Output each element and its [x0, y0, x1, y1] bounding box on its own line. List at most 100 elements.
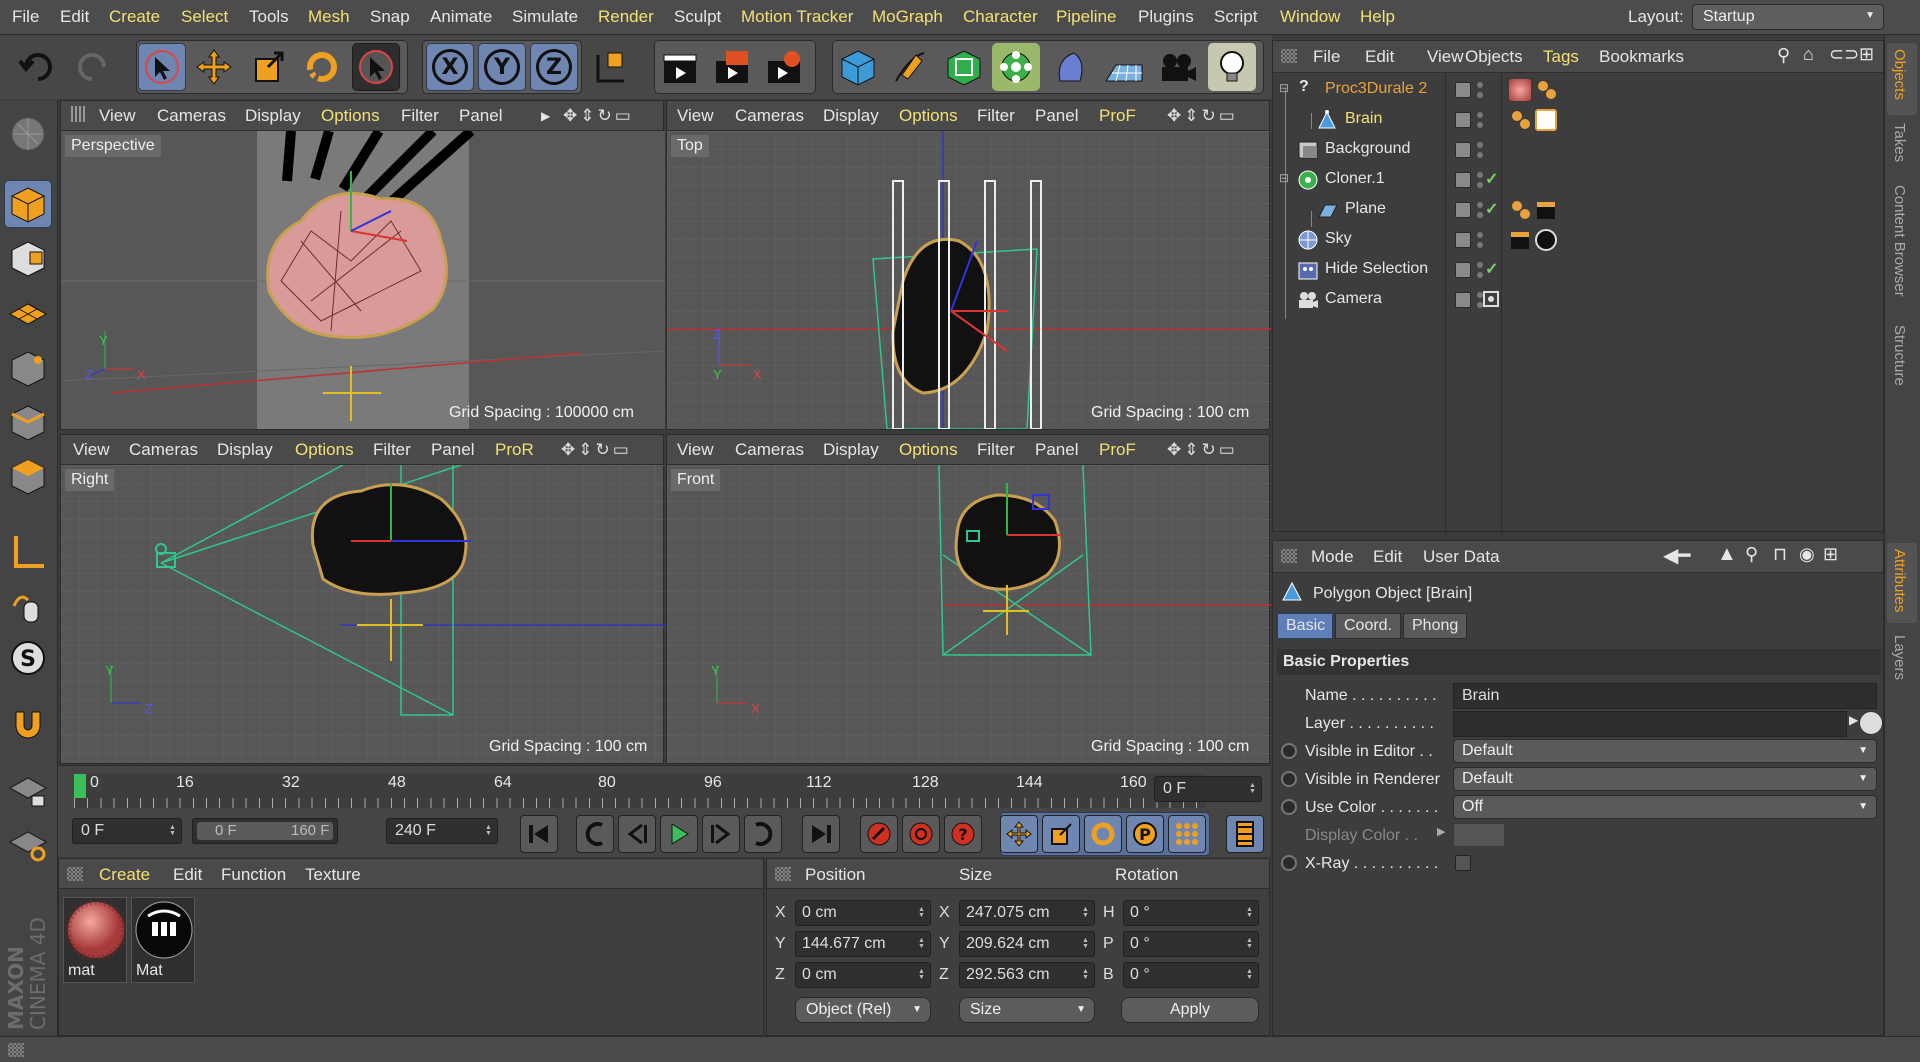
vp-menu-options[interactable]: Options — [899, 440, 958, 460]
menu-script[interactable]: Script — [1214, 7, 1257, 27]
menu-character[interactable]: Character — [963, 7, 1038, 27]
planar-workplane-button[interactable] — [4, 820, 52, 868]
frame-range-slider[interactable]: 0 F 160 F — [192, 818, 338, 844]
side-tab-takes[interactable]: Takes — [1891, 123, 1908, 162]
object-row-proc3durale[interactable]: ⊟ ? Proc3Durale 2 — [1273, 75, 1885, 105]
vp-menu-prof[interactable]: ProF — [1099, 440, 1136, 460]
mat-menu-texture[interactable]: Texture — [305, 865, 361, 885]
back-arrow-icon[interactable]: ◀━ — [1663, 543, 1690, 568]
menu-file[interactable]: File — [12, 7, 39, 27]
move-tool-button[interactable] — [190, 43, 238, 91]
attr-menu-edit[interactable]: Edit — [1373, 547, 1402, 567]
position-x-field[interactable]: 0 cm — [795, 900, 931, 926]
menu-simulate[interactable]: Simulate — [512, 7, 578, 27]
key-rotation-button[interactable] — [1084, 815, 1122, 853]
material-swatch-mat[interactable]: mat — [63, 897, 127, 983]
visibility-dots[interactable] — [1477, 142, 1483, 158]
vp-menu-pror[interactable]: ProR — [495, 440, 534, 460]
menu-snap[interactable]: Snap — [370, 7, 410, 27]
obj-menu-file[interactable]: File — [1313, 47, 1340, 67]
key-position-button[interactable] — [1000, 815, 1038, 853]
obj-menu-bookmarks[interactable]: Bookmarks — [1599, 47, 1684, 67]
rotation-h-field[interactable]: 0 ° — [1123, 900, 1259, 926]
xray-checkbox[interactable] — [1455, 855, 1471, 871]
camera-button[interactable] — [1154, 43, 1202, 91]
navigation-icons[interactable]: ✥⇕↻▭ — [1167, 106, 1238, 126]
material-tag-icon[interactable] — [1509, 79, 1531, 101]
previous-key-button[interactable] — [576, 815, 614, 853]
menu-create[interactable]: Create — [109, 7, 160, 27]
next-key-button[interactable] — [744, 815, 782, 853]
layer-pick-icon[interactable] — [1859, 711, 1883, 735]
vp-menu-display[interactable]: Display — [217, 440, 273, 460]
pen-spline-button[interactable] — [886, 43, 934, 91]
object-row-brain[interactable]: Brain — [1273, 105, 1885, 135]
tab-phong[interactable]: Phong — [1403, 613, 1467, 639]
vp-menu-options[interactable]: Options — [321, 106, 380, 126]
navigation-icons[interactable]: ✥⇕↻▭ — [563, 106, 634, 126]
playhead[interactable] — [74, 774, 86, 798]
tab-basic[interactable]: Basic — [1277, 613, 1333, 639]
select-tool-button[interactable] — [138, 43, 186, 91]
object-row-background[interactable]: Background — [1273, 135, 1885, 165]
vp-menu-filter[interactable]: Filter — [977, 106, 1015, 126]
visibility-dots[interactable] — [1477, 112, 1483, 128]
layout-select[interactable]: Startup — [1692, 4, 1884, 30]
previous-frame-button[interactable] — [618, 815, 656, 853]
side-tab-attributes[interactable]: Attributes — [1891, 549, 1908, 612]
key-pla-button[interactable] — [1168, 815, 1206, 853]
points-mode-button[interactable] — [4, 344, 52, 392]
subdivision-button[interactable] — [940, 43, 988, 91]
visibility-dots[interactable] — [1477, 172, 1483, 188]
x-axis-button[interactable]: X — [426, 43, 474, 91]
coordinate-mode-select[interactable]: Object (Rel) ▼ — [795, 997, 931, 1023]
redo-button[interactable] — [68, 43, 116, 91]
next-frame-button[interactable] — [702, 815, 740, 853]
vp-menu-view[interactable]: View — [677, 440, 714, 460]
light-button[interactable] — [1208, 43, 1256, 91]
new-window-icon[interactable]: ⊞ — [1859, 44, 1874, 65]
timeline-window-button[interactable] — [1226, 815, 1264, 853]
vp-menu-filter[interactable]: Filter — [401, 106, 439, 126]
size-y-field[interactable]: 209.624 cm — [959, 931, 1095, 957]
collapse-icon[interactable]: ⊟ — [1279, 81, 1289, 95]
vp-menu-panel[interactable]: Panel — [459, 106, 502, 126]
more-arrow-icon[interactable]: ▶ — [541, 109, 550, 123]
settings-icon[interactable]: ◉ — [1799, 544, 1815, 565]
use-color-select[interactable]: Off — [1453, 795, 1877, 819]
attr-menu-user-data[interactable]: User Data — [1423, 547, 1500, 567]
visible-editor-select[interactable]: Default — [1453, 739, 1877, 763]
key-parameter-button[interactable]: P — [1126, 815, 1164, 853]
axis-mode-button[interactable] — [4, 528, 52, 576]
start-frame-field[interactable]: 0 F — [72, 818, 182, 844]
mat-menu-function[interactable]: Function — [221, 865, 286, 885]
solo-mode-button[interactable]: S — [4, 634, 52, 682]
menu-plugins[interactable]: Plugins — [1138, 7, 1194, 27]
object-row-cloner[interactable]: ⊟ Cloner.1 ✓ — [1273, 165, 1885, 195]
display-color-swatch[interactable] — [1453, 823, 1505, 847]
expand-arrow-icon[interactable]: ▶ — [1437, 825, 1445, 838]
name-field[interactable]: Brain — [1453, 683, 1877, 709]
vp-menu-display[interactable]: Display — [245, 106, 301, 126]
link-icon[interactable]: ⊂⊃ — [1829, 44, 1859, 65]
visibility-dots[interactable] — [1477, 82, 1483, 98]
edges-mode-button[interactable] — [4, 398, 52, 446]
live-selection-button[interactable] — [352, 43, 400, 91]
menu-animate[interactable]: Animate — [430, 7, 492, 27]
navigation-icons[interactable]: ✥⇕↻▭ — [1167, 440, 1238, 460]
menu-tools[interactable]: Tools — [249, 7, 289, 27]
keyframe-selection-button[interactable]: ? — [944, 815, 982, 853]
new-window-icon[interactable]: ⊞ — [1823, 544, 1838, 565]
vp-menu-display[interactable]: Display — [823, 440, 879, 460]
texture-tag-icon[interactable] — [1509, 199, 1533, 221]
end-frame-field[interactable]: 240 F — [386, 818, 498, 844]
side-tab-objects[interactable]: Objects — [1891, 49, 1908, 100]
object-row-plane[interactable]: Plane ✓ — [1273, 195, 1885, 225]
render-picture-viewer-button[interactable] — [708, 43, 756, 91]
snap-button[interactable] — [4, 700, 52, 748]
autokey-button[interactable] — [902, 815, 940, 853]
enabled-check-icon[interactable]: ✓ — [1485, 199, 1498, 219]
vp-menu-panel[interactable]: Panel — [431, 440, 474, 460]
render-view-button[interactable] — [656, 43, 704, 91]
model-mode-button[interactable] — [4, 180, 52, 228]
